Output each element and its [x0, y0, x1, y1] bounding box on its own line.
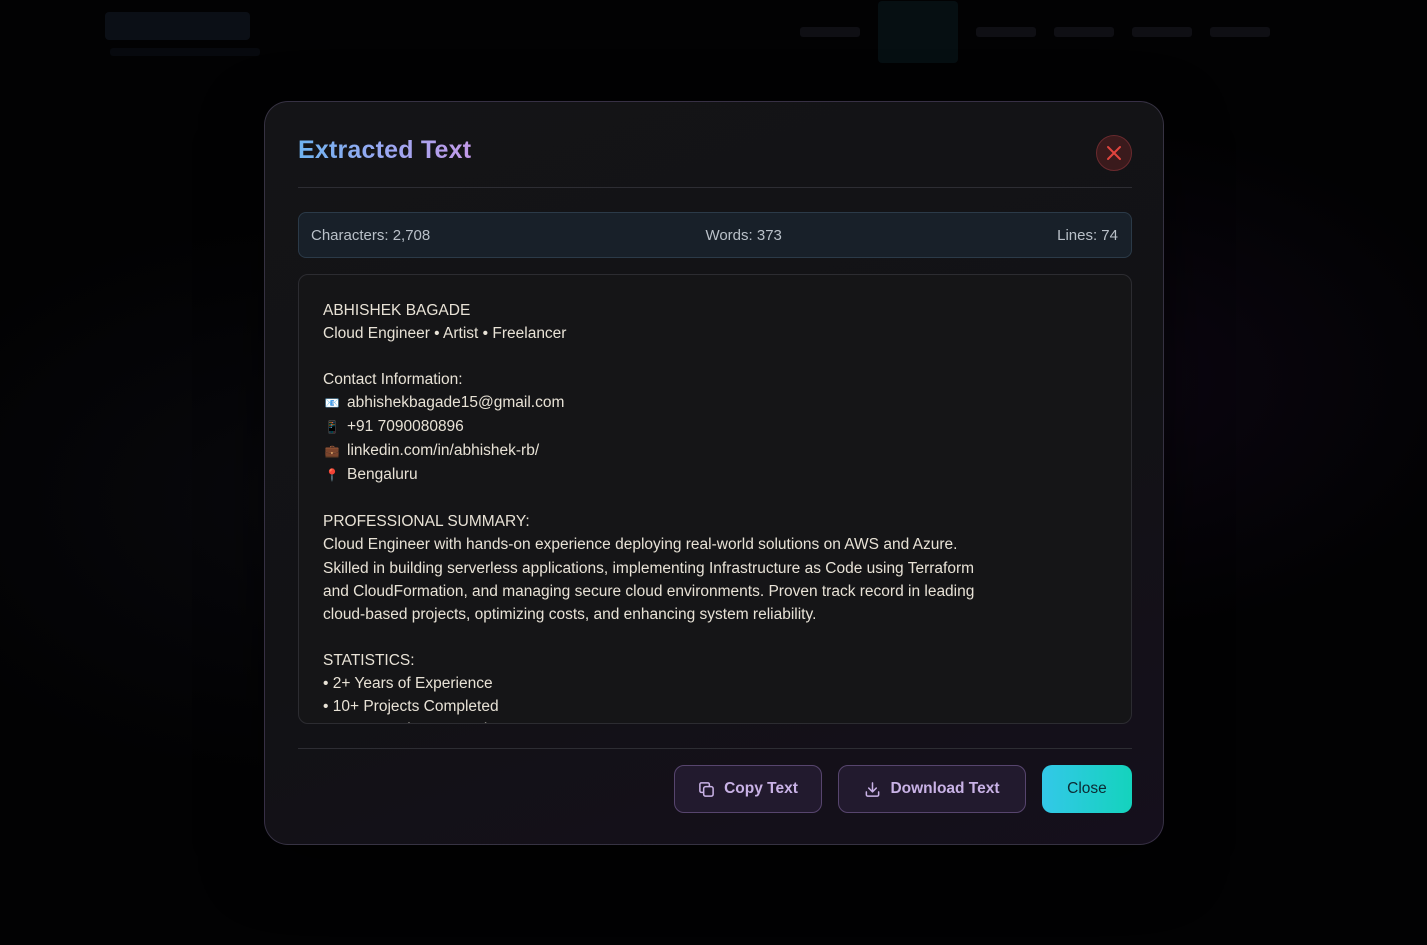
copy-text-label: Copy Text [724, 780, 798, 797]
background-nav-item [1132, 27, 1192, 37]
background-nav-item [976, 27, 1036, 37]
background-nav-item [1210, 27, 1270, 37]
text-line: 💼 linkedin.com/in/abhishek-rb/ [323, 439, 1107, 463]
close-button[interactable]: Close [1042, 765, 1132, 813]
characters-count: Characters: 2,708 [311, 226, 431, 244]
background-logo [105, 12, 250, 40]
text-line: and CloudFormation, and managing secure … [323, 580, 1107, 603]
text-line [323, 345, 1107, 368]
text-line-content: PROFESSIONAL SUMMARY: [323, 513, 530, 531]
text-line-content: • 2+ Years of Experience [323, 674, 493, 692]
lines-count: Lines: 74 [1057, 226, 1118, 244]
text-line [323, 487, 1107, 510]
words-count: Words: 373 [705, 226, 782, 244]
extracted-text-modal: Extracted Text Characters: 2,708 Words: … [264, 101, 1164, 845]
text-line: 📍 Bengaluru [323, 463, 1107, 487]
text-line: 📧 abhishekbagade15@gmail.com [323, 391, 1107, 415]
modal-header: Extracted Text [298, 102, 1132, 188]
text-line: 📱 +91 7090080896 [323, 415, 1107, 439]
text-line-content: ABHISHEK BAGADE [323, 302, 471, 319]
text-line: • 80+ Artworks & Portraits [323, 718, 1107, 723]
text-line-content: linkedin.com/in/abhishek-rb/ [347, 442, 540, 460]
copy-text-button[interactable]: Copy Text [674, 765, 822, 813]
text-line-content: and CloudFormation, and managing secure … [323, 582, 975, 600]
extracted-text-content: ABHISHEK BAGADE Cloud Engineer • Artist •… [323, 299, 1107, 723]
close-modal-button[interactable] [1096, 135, 1132, 171]
text-line: • 10+ Projects Completed [323, 695, 1107, 718]
contact-emoji-icon: 📱 [324, 420, 340, 435]
text-line: cloud-based projects, optimizing costs, … [323, 603, 1107, 626]
text-line-content: • 80+ Artworks & Portraits [323, 721, 499, 723]
text-line: Skilled in building serverless applicati… [323, 557, 1107, 580]
text-line: Contact Information: [323, 368, 1107, 391]
text-line-content: Contact Information: [323, 371, 463, 389]
modal-title: Extracted Text [298, 136, 472, 164]
text-stats-bar: Characters: 2,708 Words: 373 Lines: 74 [298, 212, 1132, 258]
text-line: PROFESSIONAL SUMMARY: [323, 510, 1107, 533]
contact-emoji-icon: 📍 [324, 468, 340, 483]
text-line: STATISTICS: [323, 649, 1107, 672]
text-line-content: cloud-based projects, optimizing costs, … [323, 605, 817, 623]
contact-emoji-icon: 💼 [324, 444, 340, 459]
background-nav-item [1054, 27, 1114, 37]
text-line-content: +91 7090080896 [347, 418, 464, 436]
text-line: ABHISHEK BAGADE [323, 299, 1107, 322]
text-line-content: • 10+ Projects Completed [323, 697, 499, 715]
close-x-icon [1107, 146, 1121, 160]
background-nav-item [800, 27, 860, 37]
contact-emoji-icon: 📧 [324, 396, 340, 411]
text-line [323, 626, 1107, 649]
background-header [0, 0, 1427, 70]
download-text-button[interactable]: Download Text [838, 765, 1026, 813]
text-line-content: Cloud Engineer • Artist • Freelancer [323, 325, 567, 343]
modal-footer-divider [298, 748, 1132, 749]
text-line-content: abhishekbagade15@gmail.com [347, 394, 565, 412]
text-line: Cloud Engineer • Artist • Freelancer [323, 322, 1107, 345]
text-line: Cloud Engineer with hands-on experience … [323, 533, 1107, 556]
copy-icon [699, 781, 714, 797]
background-nav-item-active [878, 1, 958, 63]
text-line-content: STATISTICS: [323, 651, 415, 669]
close-button-label: Close [1067, 780, 1107, 797]
text-line-content: Bengaluru [347, 466, 418, 484]
download-icon [866, 781, 880, 797]
text-line-content: Skilled in building serverless applicati… [323, 559, 975, 577]
text-line-content: Cloud Engineer with hands-on experience … [323, 536, 958, 554]
extracted-text-area[interactable]: ABHISHEK BAGADE Cloud Engineer • Artist •… [298, 274, 1132, 724]
text-line: • 2+ Years of Experience [323, 672, 1107, 695]
background-logo-subtitle [110, 48, 260, 56]
download-text-label: Download Text [890, 780, 1000, 797]
background-nav [800, 0, 1270, 64]
